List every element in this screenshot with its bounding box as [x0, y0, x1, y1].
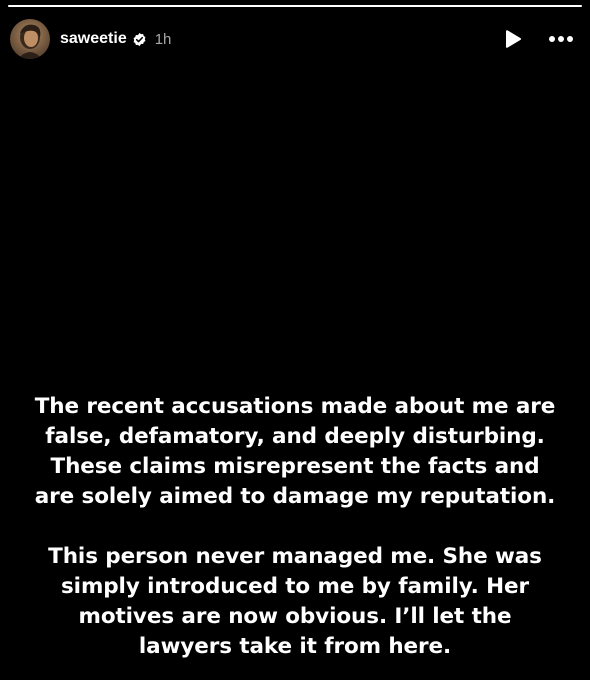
avatar[interactable] — [10, 19, 50, 59]
story-viewer[interactable]: saweetie 1h The recent accusations made … — [0, 0, 590, 680]
story-progress-bar — [8, 5, 582, 7]
verified-badge-icon — [132, 32, 147, 47]
story-progress-fill — [8, 5, 582, 7]
statement-paragraph-2: This person never managed me. She was si… — [48, 544, 542, 659]
play-button[interactable] — [502, 28, 524, 50]
more-options-button[interactable] — [546, 28, 576, 50]
statement-paragraph-1: The recent accusations made about me are… — [34, 394, 556, 509]
story-header: saweetie 1h — [10, 18, 580, 60]
story-timestamp: 1h — [154, 30, 172, 48]
profile-photo-icon — [10, 19, 50, 59]
more-options-icon — [549, 36, 573, 42]
story-text-overlay: The recent accusations made about me are… — [10, 392, 580, 662]
play-icon — [506, 30, 521, 48]
username[interactable]: saweetie — [60, 30, 127, 48]
